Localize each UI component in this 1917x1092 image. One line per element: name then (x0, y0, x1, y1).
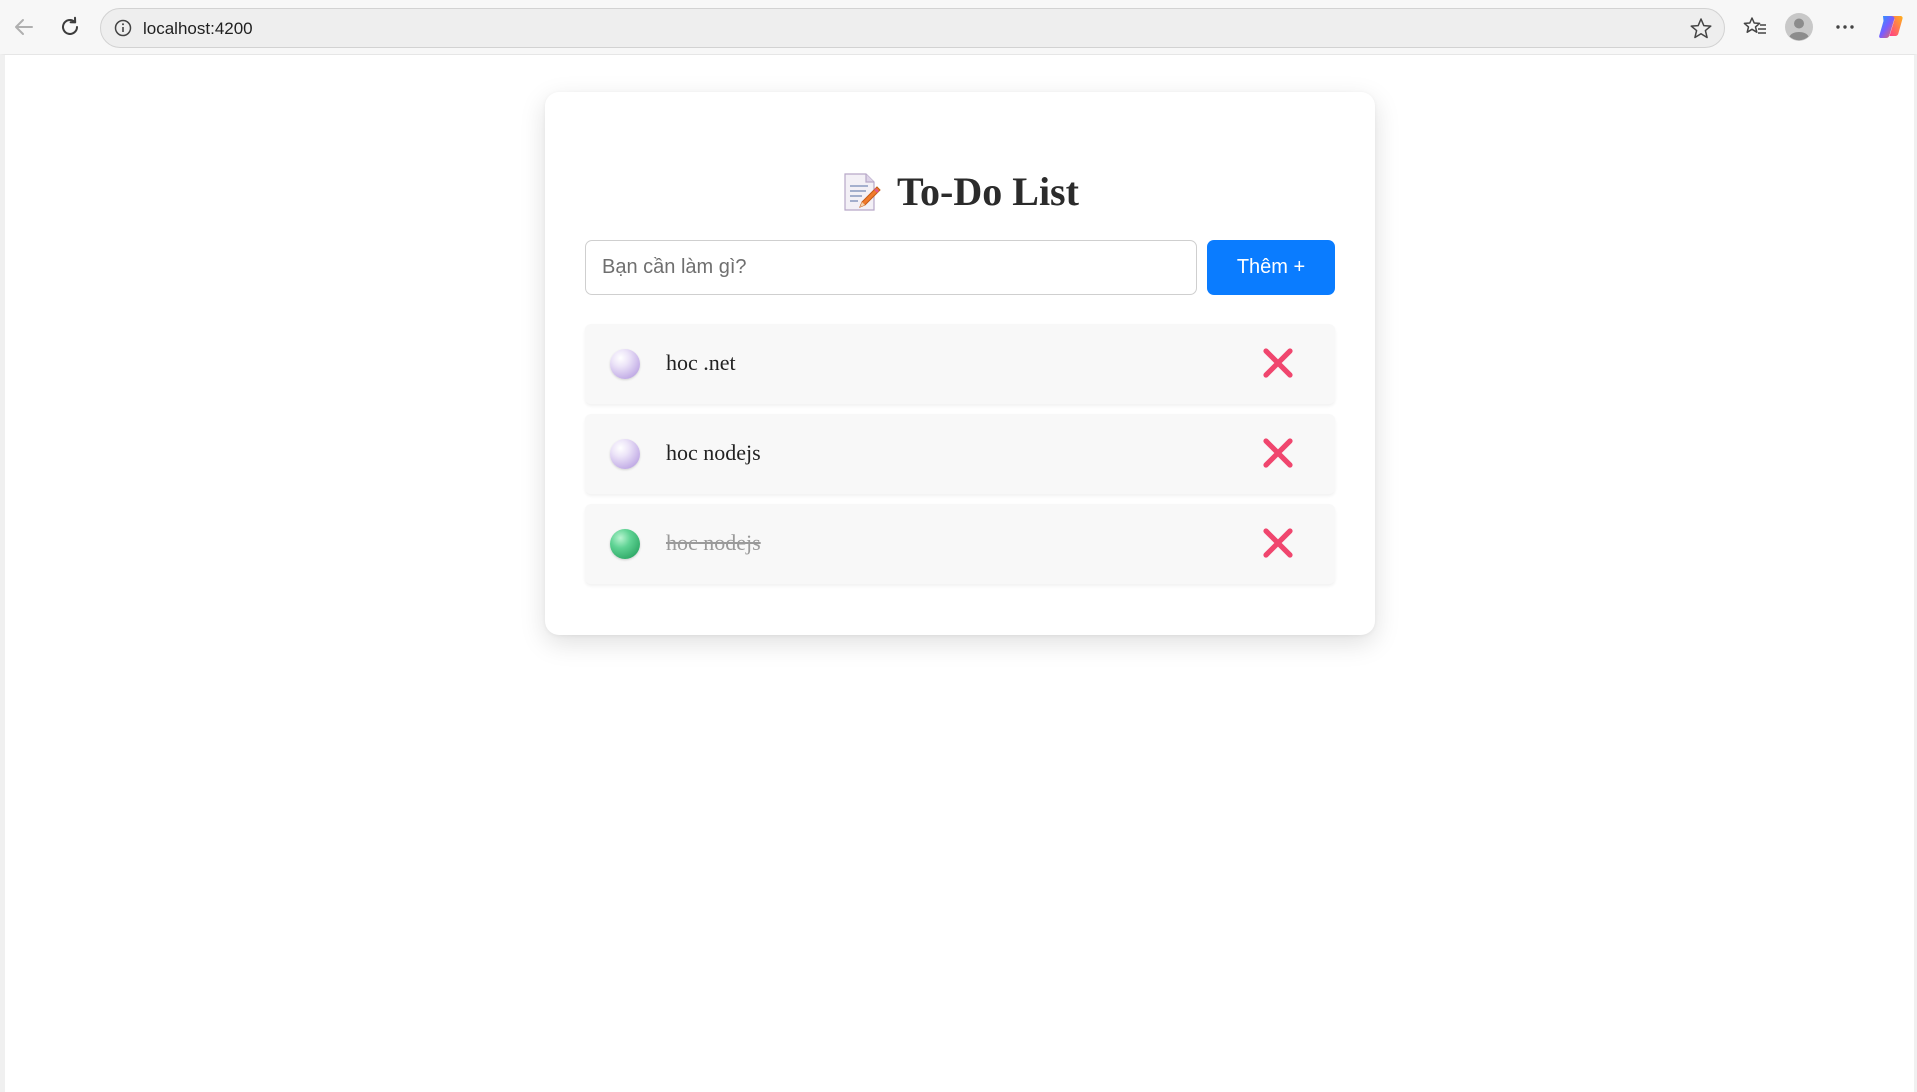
favorites-icon[interactable] (1738, 10, 1772, 44)
todo-text: hoc nodejs (666, 530, 761, 555)
todo-input[interactable] (585, 240, 1197, 295)
todo-toggle[interactable] (610, 439, 640, 469)
star-icon[interactable] (1688, 16, 1714, 42)
todo-text: hoc .net (666, 350, 736, 375)
back-arrow-icon[interactable] (7, 10, 41, 44)
add-button[interactable]: Thêm + (1207, 240, 1335, 295)
todo-item: hoc .net (585, 324, 1335, 404)
more-icon[interactable] (1828, 10, 1862, 44)
page-title-text: To-Do List (897, 169, 1079, 214)
todo-text: hoc nodejs (666, 440, 761, 465)
todo-item: hoc nodejs (585, 504, 1335, 584)
todo-toggle[interactable] (610, 529, 640, 559)
todo-card: To-Do List Thêm + hoc .net hoc nodejs ho… (545, 92, 1375, 635)
address-bar[interactable]: localhost:4200 (100, 8, 1725, 48)
page-title: To-Do List (545, 168, 1375, 215)
todo-list: hoc .net hoc nodejs hoc nodejs (585, 324, 1335, 594)
todo-toggle[interactable] (610, 349, 640, 379)
info-icon[interactable] (113, 18, 133, 38)
copilot-icon[interactable] (1874, 10, 1908, 44)
reload-icon[interactable] (53, 10, 87, 44)
delete-icon[interactable] (1261, 526, 1295, 560)
memo-icon (844, 172, 881, 211)
delete-icon[interactable] (1261, 436, 1295, 470)
delete-icon[interactable] (1261, 346, 1295, 380)
profile-icon[interactable] (1782, 10, 1816, 44)
browser-toolbar: localhost:4200 (0, 0, 1917, 54)
url-text[interactable]: localhost:4200 (143, 19, 253, 39)
todo-item: hoc nodejs (585, 414, 1335, 494)
